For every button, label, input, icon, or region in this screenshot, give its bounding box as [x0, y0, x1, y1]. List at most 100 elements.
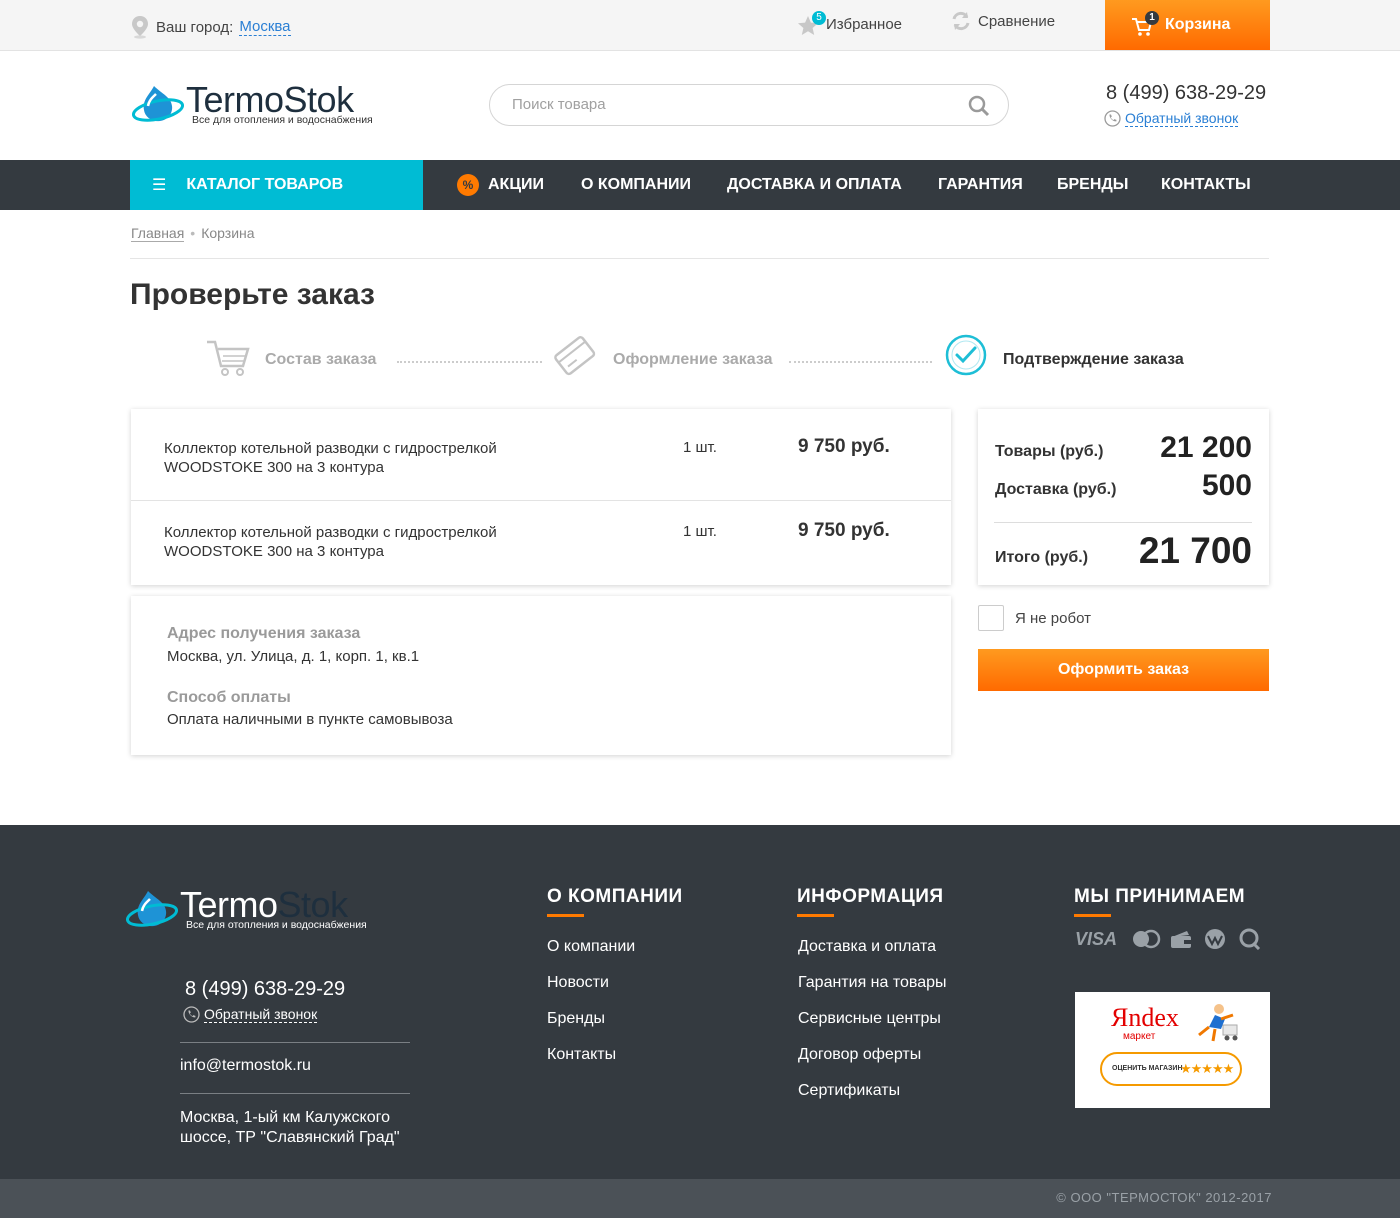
nav-item-delivery[interactable]: ДОСТАВКА И ОПЛАТА [727, 160, 902, 210]
summary-goods-label: Товары (руб.) [995, 443, 1104, 460]
logo-tagline: Все для отопления и водоснабжения [192, 114, 373, 126]
footer-link-news[interactable]: Новости [547, 974, 609, 992]
order-item-name-line1: Коллектор котельной разводки с гидростре… [164, 524, 497, 541]
breadcrumb-home-link[interactable]: Главная [131, 225, 185, 242]
footer-col-payment-title: МЫ ПРИНИМАЕМ [1074, 886, 1245, 917]
order-item-qty: 1 шт. [683, 439, 717, 456]
footer-address-line2: шоссе, ТР "Славянский Град" [180, 1129, 400, 1146]
breadcrumb-current: Корзина [201, 225, 255, 241]
nav-item-about[interactable]: О КОМПАНИИ [581, 160, 691, 210]
order-summary-card: Товары (руб.) 21 200 Доставка (руб.) 500… [978, 409, 1269, 585]
title-underline [1074, 914, 1111, 917]
order-item-name-line1: Коллектор котельной разводки с гидростре… [164, 440, 497, 457]
catalog-button[interactable]: ☰ КАТАЛОГ ТОВАРОВ [130, 160, 423, 210]
nav-item-warranty[interactable]: ГАРАНТИЯ [938, 160, 1023, 210]
footer: TermoStok Все для отопления и водоснабже… [0, 825, 1400, 1179]
yandex-market-label: маркет [1123, 1031, 1156, 1042]
footer-separator [180, 1093, 410, 1094]
place-order-button[interactable]: Оформить заказ [978, 649, 1269, 691]
favorites-icon-wrap: 5 [796, 10, 826, 38]
qiwi-icon [1239, 928, 1261, 950]
page-title: Проверьте заказ [130, 278, 375, 311]
nav-item-promo[interactable]: % АКЦИИ [457, 160, 544, 210]
order-item-name[interactable]: Коллектор котельной разводки с гидростре… [164, 439, 584, 477]
captcha-label: Я не робот [1015, 609, 1091, 627]
logo-tagline: Все для отопления и водоснабжения [186, 919, 367, 931]
footer-col-about-title-text: О КОМПАНИИ [547, 886, 683, 907]
footer-link-service[interactable]: Сервисные центры [798, 1010, 941, 1028]
nav-item-contacts[interactable]: КОНТАКТЫ [1161, 160, 1251, 210]
order-item-name-line2: WOODSTOKE 300 на 3 контура [164, 459, 384, 476]
rate-store-badge[interactable]: ОЦЕНИТЬ МАГАЗИН ★★★★★ [1100, 1052, 1242, 1086]
step-connector-1 [397, 361, 542, 363]
order-item-row: Коллектор котельной разводки с гидростре… [131, 409, 951, 501]
footer-address-line1: Москва, 1-ый км Калужского [180, 1109, 390, 1126]
yandex-logo: Яndex [1111, 1003, 1179, 1033]
mastercard-icon [1133, 929, 1161, 949]
promo-percent-icon: % [457, 174, 479, 196]
search-input[interactable] [512, 96, 932, 113]
summary-delivery-value: 500 [1201, 469, 1252, 502]
summary-total-label: Итого (руб.) [995, 549, 1089, 566]
cart-step-icon [207, 340, 250, 376]
step-2-label: Оформление заказа [613, 351, 773, 368]
compare-link[interactable]: Сравнение [950, 10, 1055, 32]
order-item-row: Коллектор котельной разводки с гидростре… [131, 493, 951, 585]
menu-burger-icon: ☰ [152, 177, 167, 194]
location-pin-icon [132, 16, 148, 39]
footer-callback-link[interactable]: Обратный звонок [183, 1006, 318, 1023]
footer-separator [180, 1042, 410, 1043]
footer-link-offer[interactable]: Договор оферты [798, 1046, 921, 1064]
order-item-price: 9 750 руб. [798, 436, 890, 457]
footer-link-warranty[interactable]: Гарантия на товары [798, 974, 947, 992]
footer-link-certificates[interactable]: Сертификаты [798, 1082, 900, 1100]
footer-phone[interactable]: 8 (499) 638-29-29 [185, 978, 345, 1001]
compare-label: Сравнение [978, 12, 1056, 30]
nav-item-brands[interactable]: БРЕНДЫ [1057, 160, 1128, 210]
search-box [489, 84, 1009, 126]
catalog-label: КАТАЛОГ ТОВАРОВ [186, 176, 344, 193]
footer-link-delivery[interactable]: Доставка и оплата [798, 938, 936, 956]
captcha-checkbox[interactable]: Я не робот [978, 605, 1091, 631]
delivery-info-card: Адрес получения заказа Москва, ул. Улица… [131, 596, 951, 755]
breadcrumb-separator: • [190, 225, 196, 241]
yandex-market-widget[interactable]: Яndex маркет ОЦЕНИТЬ МАГАЗИН ★★★★★ [1075, 992, 1270, 1108]
search-icon[interactable] [968, 95, 990, 117]
city-selector: Ваш город: Москва [130, 15, 291, 39]
order-item-name[interactable]: Коллектор котельной разводки с гидростре… [164, 523, 584, 561]
address-label: Адрес получения заказа [167, 625, 361, 642]
credit-card-step-icon [554, 336, 596, 376]
city-link[interactable]: Москва [239, 18, 291, 36]
footer-col-payment-title-text: МЫ ПРИНИМАЕМ [1074, 886, 1246, 907]
captcha-box[interactable] [978, 605, 1004, 631]
phone-icon [1104, 110, 1121, 127]
copyright: © ООО "ТЕРМОСТОК" 2012-2017 [1056, 1190, 1272, 1205]
summary-total-value: 21 700 [1138, 530, 1252, 571]
summary-divider [994, 522, 1252, 523]
order-item-price: 9 750 руб. [798, 520, 890, 541]
order-item-name-line2: WOODSTOKE 300 на 3 контура [164, 543, 384, 560]
footer-link-brands[interactable]: Бренды [547, 1010, 605, 1028]
favorites-link[interactable]: 5 Избранное [796, 10, 902, 38]
main-nav: ☰ КАТАЛОГ ТОВАРОВ % АКЦИИ О КОМПАНИИ ДОС… [0, 160, 1400, 210]
logo-wordmark: TermoStok [180, 887, 348, 923]
check-circle-step-icon [945, 334, 987, 376]
footer-col-info-title-text: ИНФОРМАЦИЯ [797, 886, 944, 907]
webmoney-icon [1205, 929, 1226, 949]
footer-col-about-title: О КОМПАНИИ [547, 886, 683, 917]
order-item-qty: 1 шт. [683, 523, 717, 540]
cart-count-badge: 1 [1145, 11, 1159, 25]
footer-email[interactable]: info@termostok.ru [180, 1057, 311, 1075]
footer-link-about[interactable]: О компании [547, 938, 635, 956]
header-callback-link[interactable]: Обратный звонок [1104, 110, 1239, 127]
summary-delivery-label: Доставка (руб.) [995, 481, 1117, 498]
footer-bottom-bar: © ООО "ТЕРМОСТОК" 2012-2017 [0, 1179, 1400, 1218]
rate-store-label: ОЦЕНИТЬ МАГАЗИН [1112, 1065, 1183, 1072]
favorites-label: Избранное [826, 15, 903, 33]
footer-link-contacts[interactable]: Контакты [547, 1046, 616, 1064]
header-phone[interactable]: 8 (499) 638-29-29 [1106, 82, 1266, 105]
payment-methods: VISA [1075, 928, 1262, 950]
phone-icon [183, 1006, 200, 1023]
cart-button[interactable]: 1 Корзина [1105, 0, 1270, 50]
breadcrumb: Главная • Корзина [131, 225, 255, 242]
